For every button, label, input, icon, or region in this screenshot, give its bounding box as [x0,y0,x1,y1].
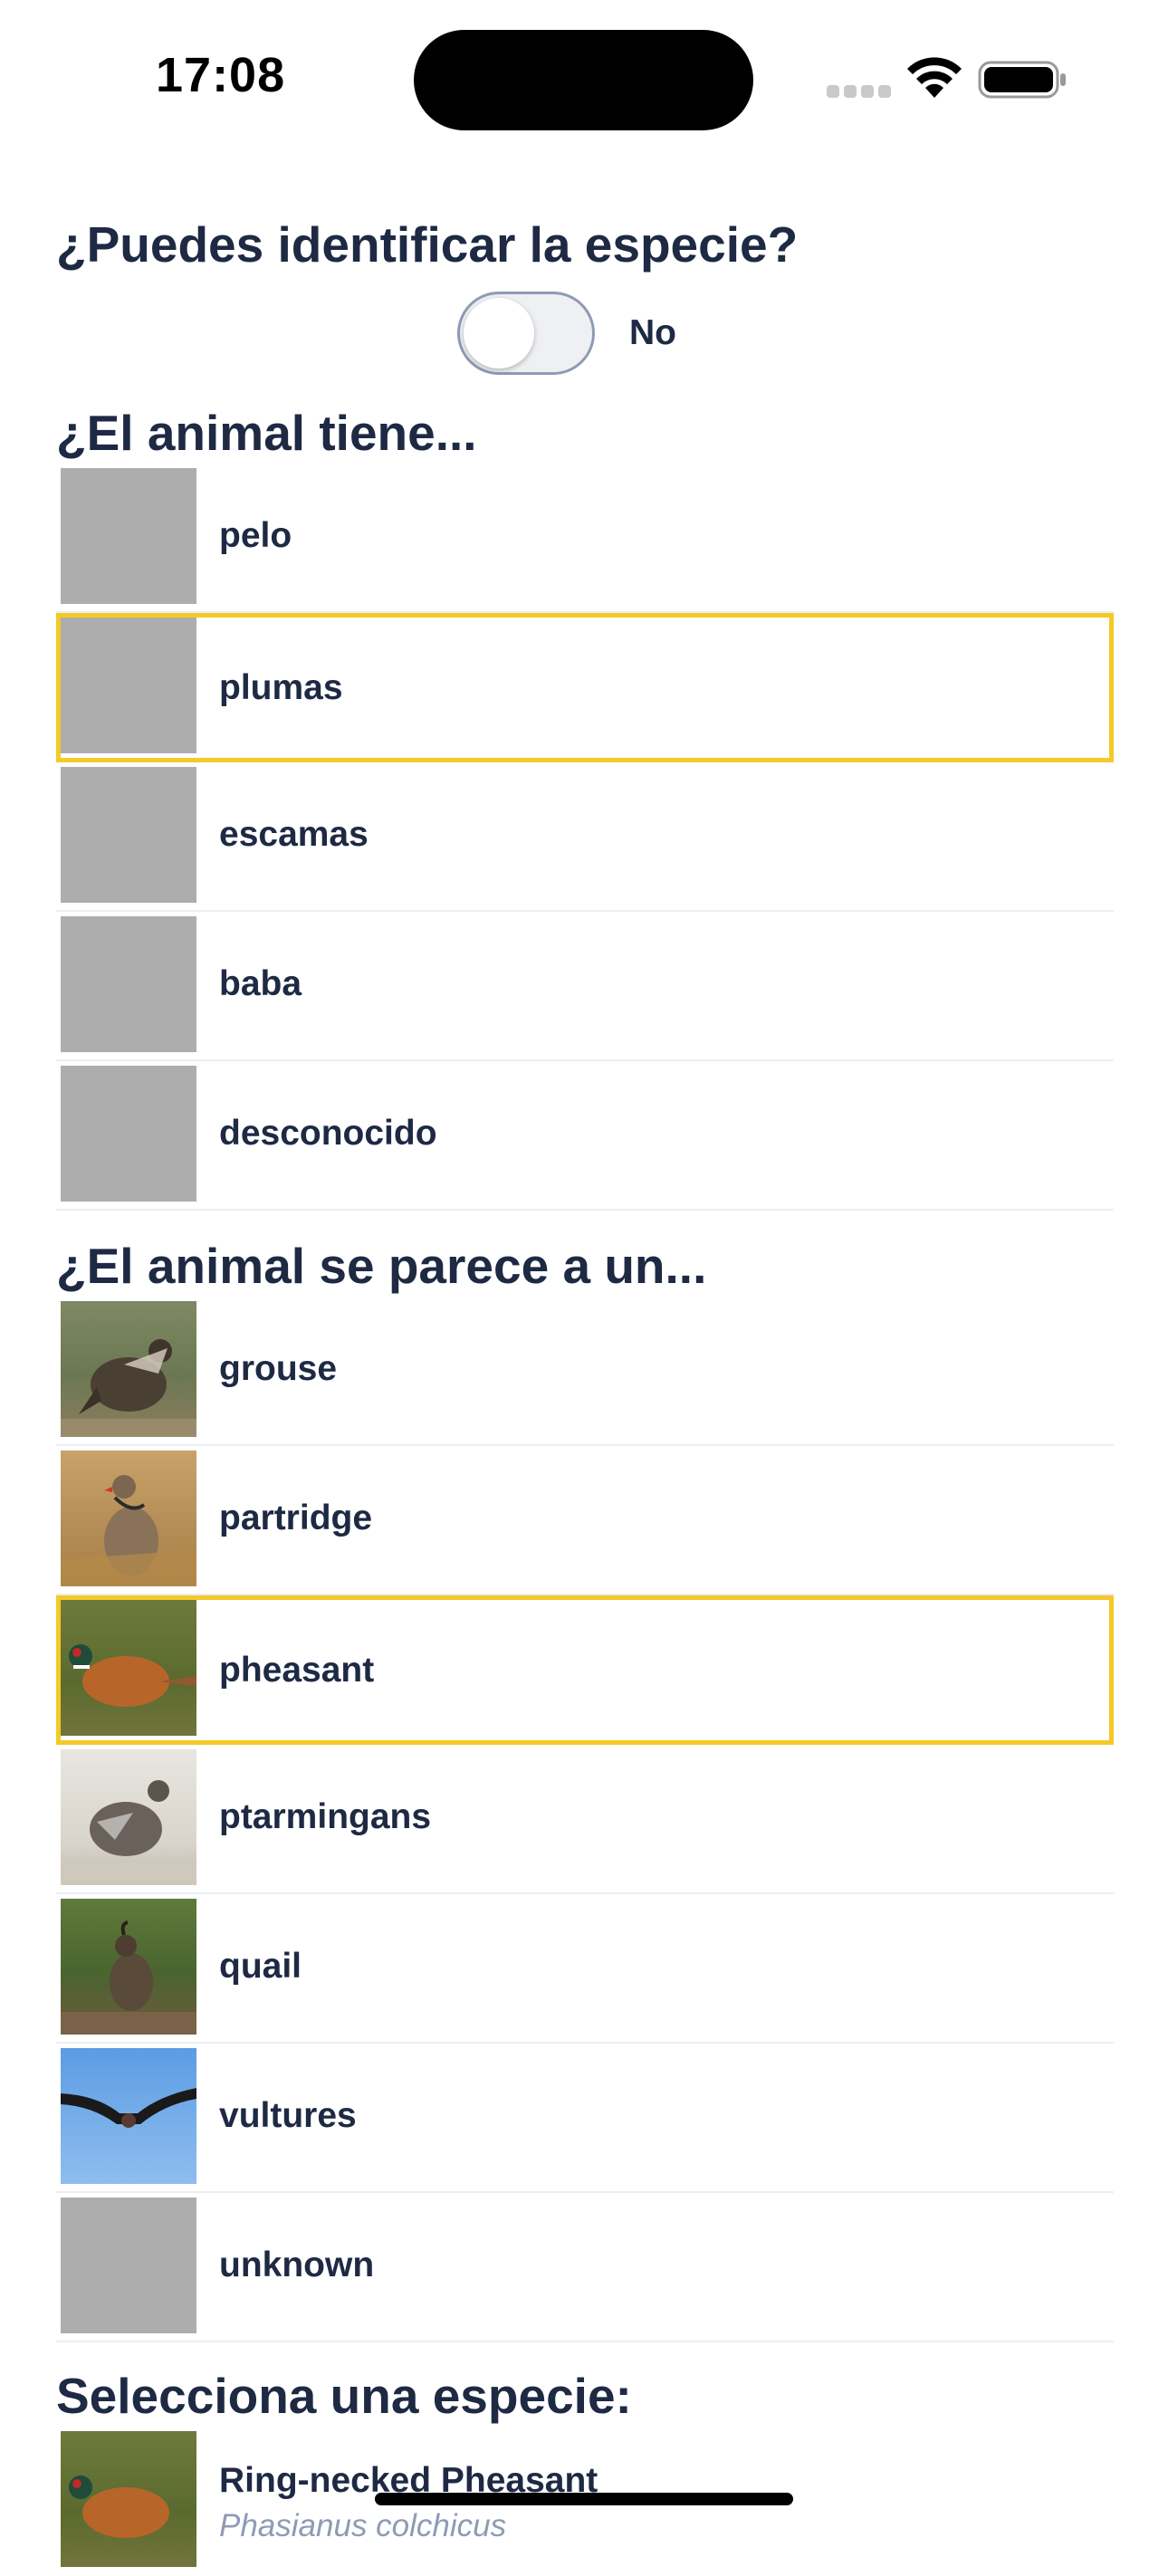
trait-item-baba[interactable]: baba [56,912,1114,1061]
grouse-photo [61,1301,196,1437]
partridge-photo [61,1451,196,1586]
resembles-label: ptarmingans [219,1797,432,1836]
trait-image-placeholder [61,916,196,1052]
trait-image-placeholder [61,468,196,604]
home-indicator[interactable] [375,2493,793,2505]
traits-list: pelo plumas escamas baba desconocido [56,464,1114,1211]
resembles-item-pheasant[interactable]: pheasant [56,1595,1114,1745]
battery-icon [978,61,1066,99]
resembles-item-vultures[interactable]: vultures [56,2044,1114,2193]
cellular-signal-icon [827,85,891,98]
trait-label: plumas [219,668,343,707]
resembles-label: quail [219,1947,302,1986]
toggle-label: No [629,313,676,352]
trait-image-placeholder [61,767,196,903]
trait-label: desconocido [219,1114,437,1153]
quail-photo [61,1899,196,2035]
dynamic-island [414,30,753,130]
trait-item-desconocido[interactable]: desconocido [56,1061,1114,1211]
resembles-label: pheasant [219,1651,375,1690]
identify-question: ¿Puedes identificar la especie? [56,216,799,273]
trait-item-escamas[interactable]: escamas [56,762,1114,912]
trait-image-placeholder [61,618,196,753]
resembles-label: unknown [219,2246,375,2284]
trait-label: baba [219,964,302,1003]
status-bar: 17:08 [0,0,1168,154]
traits-title: ¿El animal tiene... [56,405,477,461]
wifi-icon [907,57,962,98]
resembles-list: grouse partridge pheasant ptarmingans qu… [56,1297,1114,2342]
resembles-label: vultures [219,2096,357,2135]
species-scientific-name: Phasianus colchicus [219,2508,507,2543]
resembles-title: ¿El animal se parece a un... [56,1238,707,1294]
identify-toggle-row: No [457,290,676,377]
trait-label: escamas [219,815,369,854]
species-photo [61,2431,196,2567]
trait-label: pelo [219,516,292,555]
species-title: Selecciona una especie: [56,2368,632,2424]
trait-image-placeholder [61,1066,196,1202]
trait-item-plumas[interactable]: plumas [56,613,1114,762]
resembles-item-partridge[interactable]: partridge [56,1446,1114,1595]
vulture-photo [61,2048,196,2184]
resembles-item-unknown[interactable]: unknown [56,2193,1114,2342]
trait-item-pelo[interactable]: pelo [56,464,1114,613]
resembles-item-ptarmingans[interactable]: ptarmingans [56,1745,1114,1894]
toggle-knob [464,298,534,369]
identify-toggle[interactable] [457,292,595,375]
resembles-label: partridge [219,1499,373,1537]
resembles-item-grouse[interactable]: grouse [56,1297,1114,1446]
status-time: 17:08 [156,48,286,102]
resembles-image-placeholder [61,2198,196,2333]
resembles-label: grouse [219,1349,338,1388]
pheasant-photo [61,1600,196,1736]
ptarmigan-photo [61,1749,196,1885]
resembles-item-quail[interactable]: quail [56,1894,1114,2044]
